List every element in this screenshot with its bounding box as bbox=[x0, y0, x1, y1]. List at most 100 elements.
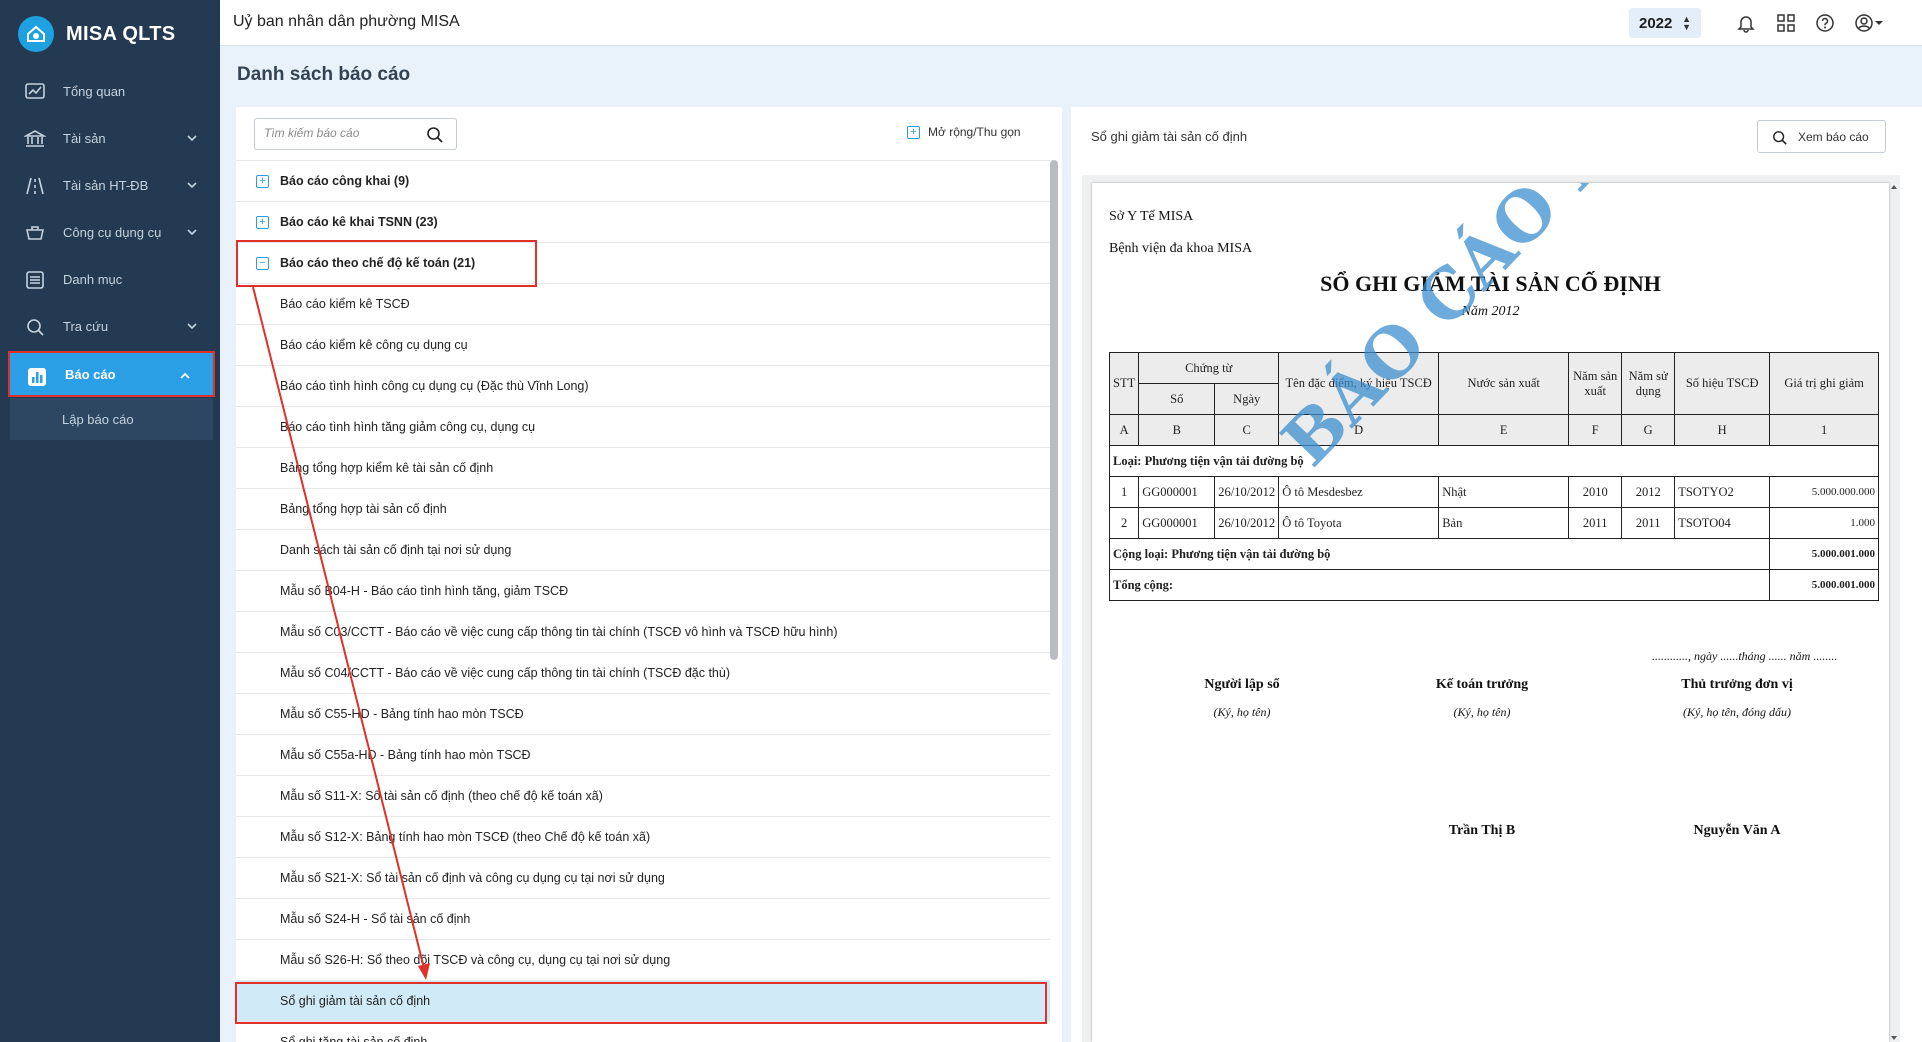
report-item[interactable]: Mẫu số S11-X: Sổ tài sản cố định (theo c… bbox=[236, 775, 1050, 816]
report-item[interactable]: Mẫu số C55a-HD - Bảng tính hao mòn TSCĐ bbox=[236, 734, 1050, 775]
signer-note: (Ký, họ tên, đóng dấu) bbox=[1683, 705, 1791, 719]
apps-grid-icon[interactable] bbox=[1775, 12, 1797, 34]
total-label: Tổng cộng: bbox=[1108, 569, 1771, 601]
report-item[interactable]: Mẫu số C55-HD - Bảng tính hao mòn TSCĐ bbox=[236, 693, 1050, 734]
search-icon[interactable] bbox=[426, 126, 444, 144]
highlight-box-group bbox=[236, 240, 537, 287]
nav-item-tong-quan[interactable]: Tổng quan bbox=[0, 68, 220, 114]
cell: TSOTO04 bbox=[1674, 507, 1771, 539]
report-item[interactable]: Bảng tổng hợp tài sản cố định bbox=[236, 488, 1050, 529]
chart-line-icon bbox=[25, 83, 45, 99]
report-group-ke-khai-tsnn[interactable]: + Báo cáo kê khai TSNN (23) bbox=[236, 201, 1050, 242]
code-cell: 1 bbox=[1769, 414, 1879, 446]
logo-icon bbox=[18, 16, 54, 52]
help-icon[interactable] bbox=[1814, 12, 1836, 34]
report-item[interactable]: Bảng tổng hợp kiểm kê tài sản cố định bbox=[236, 447, 1050, 488]
search-box[interactable] bbox=[254, 118, 457, 150]
report-item[interactable]: Mẫu số C03/CCTT - Báo cáo về việc cung c… bbox=[236, 611, 1050, 652]
view-report-button[interactable]: Xem báo cáo bbox=[1757, 120, 1886, 153]
nav-item-cong-cu-dung-cu[interactable]: Công cụ dụng cụ bbox=[0, 209, 220, 255]
cell: GG000001 bbox=[1138, 476, 1216, 508]
caret-down-icon[interactable] bbox=[1874, 18, 1884, 28]
nav-item-tra-cuu[interactable]: Tra cứu bbox=[0, 303, 220, 349]
list-scrollbar[interactable] bbox=[1050, 160, 1058, 660]
year-value: 2022 bbox=[1639, 14, 1673, 32]
code-cell: C bbox=[1214, 414, 1280, 446]
report-item[interactable]: Báo cáo tình hình công cụ dụng cụ (Đặc t… bbox=[236, 365, 1050, 406]
report-item[interactable]: Mẫu số S26-H: Sổ theo dõi TSCĐ và công c… bbox=[236, 939, 1050, 980]
total-value: 5.000.001.000 bbox=[1769, 569, 1879, 601]
cell: 1 bbox=[1108, 476, 1140, 508]
report-item[interactable]: Mẫu số S21-X: Sổ tài sản cố định và công… bbox=[236, 857, 1050, 898]
nav-label: Tổng quan bbox=[63, 83, 126, 99]
cell: 2010 bbox=[1568, 476, 1623, 508]
code-cell: F bbox=[1568, 414, 1623, 446]
report-item[interactable]: Mẫu số C04/CCTT - Báo cáo về việc cung c… bbox=[236, 652, 1050, 693]
tools-icon bbox=[26, 226, 44, 240]
organization-name: Uỷ ban nhân dân phường MISA bbox=[233, 13, 460, 30]
bank-icon bbox=[24, 130, 46, 147]
cell: 2 bbox=[1108, 507, 1140, 539]
app-logo[interactable]: MISA QLTS bbox=[18, 16, 175, 52]
top-bar: Uỷ ban nhân dân phường MISA 2022 ▲ ▼ bbox=[220, 0, 1922, 46]
report-item[interactable]: Báo cáo kiểm kê công cụ dụng cụ bbox=[236, 324, 1050, 365]
report-item[interactable]: Mẫu số S24-H - Sổ tài sản cố định bbox=[236, 898, 1050, 939]
page-title: Danh sách báo cáo bbox=[237, 64, 411, 85]
code-cell: B bbox=[1138, 414, 1216, 446]
highlight-box-selected bbox=[235, 982, 1047, 1024]
search-input[interactable] bbox=[264, 126, 414, 140]
report-item[interactable]: Báo cáo kiểm kê TSCĐ bbox=[236, 283, 1050, 324]
nav-item-danh-muc[interactable]: Danh mục bbox=[0, 256, 220, 302]
report-item[interactable]: Mẫu số S12-X: Bảng tính hao mòn TSCĐ (th… bbox=[236, 816, 1050, 857]
th-nam-sx: Năm sản xuất bbox=[1568, 352, 1623, 415]
expand-label: Mở rộng/Thu gọn bbox=[928, 125, 1021, 139]
report-org2: Bệnh viện đa khoa MISA bbox=[1109, 241, 1253, 256]
th-so: Số bbox=[1138, 383, 1216, 415]
nav-item-tai-san[interactable]: Tài sản bbox=[0, 115, 220, 161]
th-gia-tri: Giá trị ghi giảm bbox=[1769, 352, 1879, 415]
plus-square-icon: + bbox=[907, 125, 920, 139]
subtotal-value: 5.000.001.000 bbox=[1769, 538, 1879, 570]
preview-title: Sổ ghi giảm tài sản cố định bbox=[1091, 129, 1248, 144]
year-select[interactable]: 2022 ▲ ▼ bbox=[1629, 8, 1701, 38]
chevron-up-icon bbox=[180, 372, 190, 379]
table-row: 2 GG000001 26/10/2012 Ô tô Toyota Bản 20… bbox=[1108, 507, 1879, 539]
cell: GG000001 bbox=[1138, 507, 1216, 539]
th-chung-tu: Chứng từ bbox=[1138, 352, 1280, 384]
search-icon bbox=[1773, 131, 1787, 145]
report-table: STT Chứng từ Tên đặc điểm, ký hiệu TSCĐ … bbox=[1108, 352, 1879, 601]
cell: 2011 bbox=[1568, 507, 1623, 539]
app-name: MISA QLTS bbox=[66, 22, 176, 45]
expand-collapse-toggle[interactable]: + Mở rộng/Thu gọn bbox=[907, 125, 1021, 139]
expand-icon[interactable]: + bbox=[256, 216, 269, 229]
report-group-bao-cao-cong-khai[interactable]: + Báo cáo công khai (9) bbox=[236, 160, 1050, 201]
user-avatar-icon[interactable] bbox=[1853, 12, 1875, 34]
cell: TSOTYO2 bbox=[1674, 476, 1771, 508]
th-so-hieu: Số hiệu TSCĐ bbox=[1674, 352, 1771, 415]
cell: 26/10/2012 bbox=[1214, 476, 1280, 508]
view-report-label: Xem báo cáo bbox=[1798, 129, 1869, 144]
report-item[interactable]: Báo cáo tình hình tăng giảm công cụ, dụn… bbox=[236, 406, 1050, 447]
chevron-down-icon bbox=[187, 323, 197, 330]
report-preview-panel: Sổ ghi giảm tài sản cố định Xem báo cáo … bbox=[1071, 107, 1922, 1042]
report-item[interactable]: Sổ ghi tăng tài sản cố định bbox=[236, 1021, 1050, 1042]
road-icon bbox=[26, 177, 44, 195]
bell-icon[interactable] bbox=[1735, 12, 1757, 34]
nav-subitem-lap-bao-cao[interactable]: Lập báo cáo bbox=[10, 398, 213, 440]
nav-label: Tra cứu bbox=[63, 318, 109, 334]
expand-icon[interactable]: + bbox=[256, 175, 269, 188]
report-item[interactable]: Mẫu số B04-H - Báo cáo tình hình tăng, g… bbox=[236, 570, 1050, 611]
signer-name: Trần Thị B bbox=[1448, 823, 1516, 838]
nav-label: Tài sản HT-ĐB bbox=[63, 177, 149, 193]
code-cell: E bbox=[1438, 414, 1570, 446]
nav-item-tai-san-ht-db[interactable]: Tài sản HT-ĐB bbox=[0, 162, 220, 208]
cell: Nhật bbox=[1438, 476, 1570, 508]
report-date-line: ............, ngày ......tháng ...... nă… bbox=[1652, 649, 1838, 663]
code-cell: G bbox=[1621, 414, 1676, 446]
cell: Ô tô Toyota bbox=[1278, 507, 1440, 539]
subtotal-label: Cộng loại: Phương tiện vận tải đường bộ bbox=[1108, 538, 1771, 570]
report-item[interactable]: Danh sách tài sản cố định tại nơi sử dụn… bbox=[236, 529, 1050, 570]
nav-label: Danh mục bbox=[63, 271, 123, 287]
nav-item-bao-cao[interactable]: Báo cáo bbox=[8, 351, 215, 397]
preview-scrollbar[interactable] bbox=[1890, 183, 1898, 1042]
